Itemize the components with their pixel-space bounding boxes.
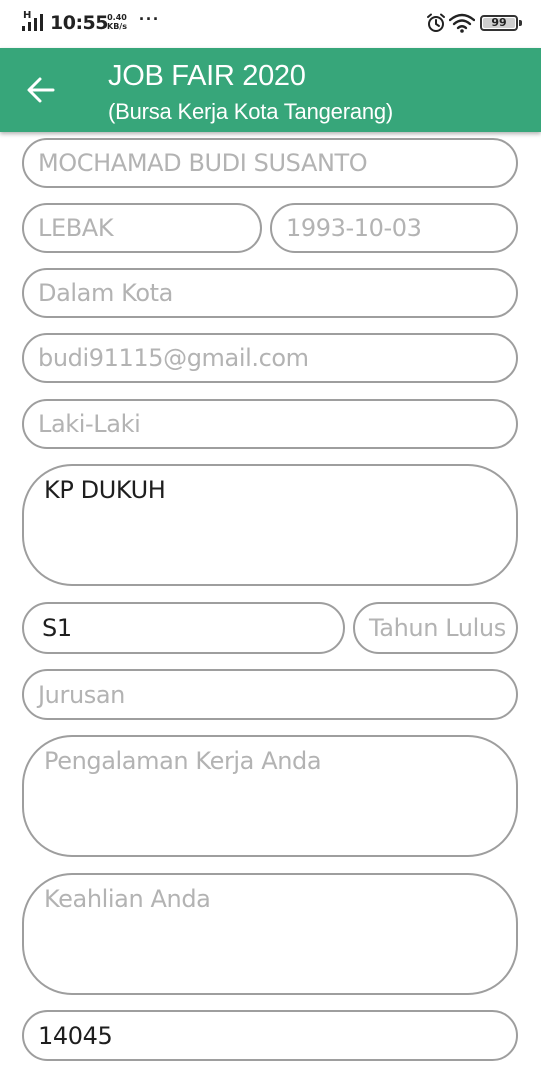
domicile-field[interactable]: Dalam Kota: [22, 268, 518, 318]
skills-field[interactable]: Keahlian Anda: [22, 873, 518, 995]
graduation-year-field[interactable]: Tahun Lulus: [353, 602, 518, 654]
education-field[interactable]: S1: [22, 602, 345, 654]
major-field[interactable]: Jurusan: [22, 669, 518, 720]
arrow-left-icon[interactable]: [26, 76, 56, 104]
battery-tip: [519, 20, 522, 26]
page-title: JOB FAIR 2020: [108, 60, 306, 92]
work-experience-field[interactable]: Pengalaman Kerja Anda: [22, 735, 518, 857]
wifi-icon: [449, 13, 475, 33]
birth-place-field[interactable]: LEBAK: [22, 203, 262, 253]
postal-code-field[interactable]: 14045: [22, 1010, 518, 1061]
status-bar: H 10:55 0.40 KB/s ··· 99: [0, 0, 541, 48]
more-notifications-icon: ···: [139, 9, 160, 29]
speed-value: 0.40: [107, 13, 127, 22]
gender-field[interactable]: Laki-Laki: [22, 399, 518, 449]
address-field[interactable]: KP DUKUH: [22, 464, 518, 586]
app-bar: JOB FAIR 2020 (Bursa Kerja Kota Tangeran…: [0, 48, 541, 132]
signal-icon: [22, 14, 43, 31]
alarm-icon: [427, 13, 445, 32]
full-name-field[interactable]: MOCHAMAD BUDI SUSANTO: [22, 138, 518, 188]
clock: 10:55: [50, 12, 108, 34]
speed-unit: KB/s: [107, 22, 127, 31]
birth-date-field[interactable]: 1993-10-03: [270, 203, 518, 253]
battery-level: 99: [491, 16, 507, 29]
battery-icon: 99: [480, 15, 518, 31]
network-speed: 0.40 KB/s: [107, 13, 127, 31]
page-subtitle: (Bursa Kerja Kota Tangerang): [108, 99, 394, 124]
email-field[interactable]: budi91115@gmail.com: [22, 333, 518, 383]
